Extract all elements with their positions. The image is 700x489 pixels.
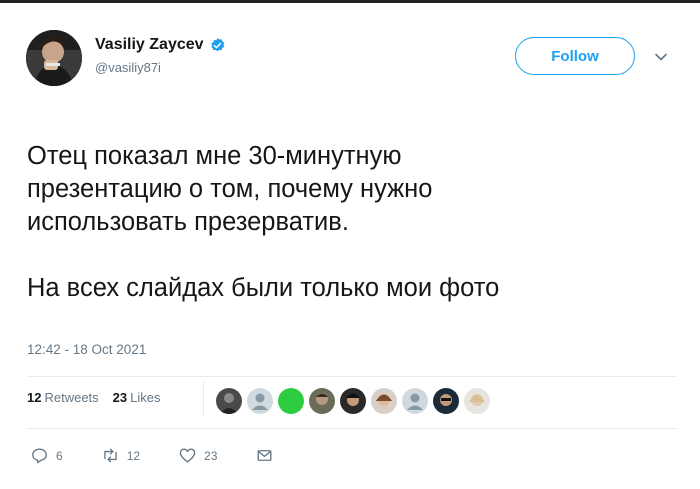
stats-bottom-divider [27, 428, 677, 429]
like-count: 23 [204, 448, 218, 463]
retweets-count: 12 [27, 390, 42, 405]
verified-icon [209, 37, 226, 54]
retweets-stat[interactable]: 12 Retweets [27, 390, 99, 405]
tweet-text: Отец показал мне 30-минутную презентацию… [27, 142, 500, 302]
likes-label: Likes [130, 390, 161, 405]
liker-avatar[interactable] [371, 388, 397, 414]
liker-avatars [216, 388, 490, 414]
likes-count: 23 [112, 390, 128, 405]
liker-avatar[interactable] [340, 388, 366, 414]
liker-avatar[interactable] [216, 388, 242, 414]
user-handle[interactable]: @vasiliy87i [95, 60, 161, 75]
user-name[interactable]: Vasiliy Zaycev [95, 36, 226, 54]
likes-stat[interactable]: 23 Likes [113, 390, 161, 405]
retweet-icon [103, 448, 117, 463]
stats-separator [203, 380, 204, 416]
liker-avatar[interactable] [464, 388, 490, 414]
like-action[interactable]: 23 [178, 446, 217, 465]
retweet-action[interactable]: 12 [101, 446, 140, 465]
retweet-count: 12 [126, 448, 141, 463]
liker-avatar-green[interactable] [278, 388, 304, 414]
top-border [0, 0, 700, 3]
tweet-actions: 6 12 23 [30, 446, 312, 465]
retweets-label: Retweets [44, 390, 99, 405]
liker-avatar[interactable] [433, 388, 459, 414]
reply-icon [32, 448, 47, 464]
avatar[interactable] [26, 30, 82, 86]
liker-avatar-default[interactable] [402, 388, 428, 414]
liker-avatar[interactable] [309, 388, 335, 414]
reply-action[interactable]: 6 [30, 446, 63, 465]
chevron-down-icon[interactable] [654, 50, 668, 64]
reply-count: 6 [56, 448, 63, 463]
tweet-timestamp[interactable]: 12:42 - 18 Oct 2021 [27, 342, 146, 357]
stats-top-divider [27, 376, 677, 377]
direct-message-icon [257, 450, 272, 461]
follow-button[interactable]: Follow [515, 37, 635, 75]
liker-avatar-default[interactable] [247, 388, 273, 414]
engagement-stats: 12 Retweets 23 Likes [27, 390, 161, 405]
user-name-text[interactable]: Vasiliy Zaycev [95, 36, 204, 54]
like-icon [179, 448, 196, 463]
direct-message-action[interactable] [255, 446, 274, 465]
